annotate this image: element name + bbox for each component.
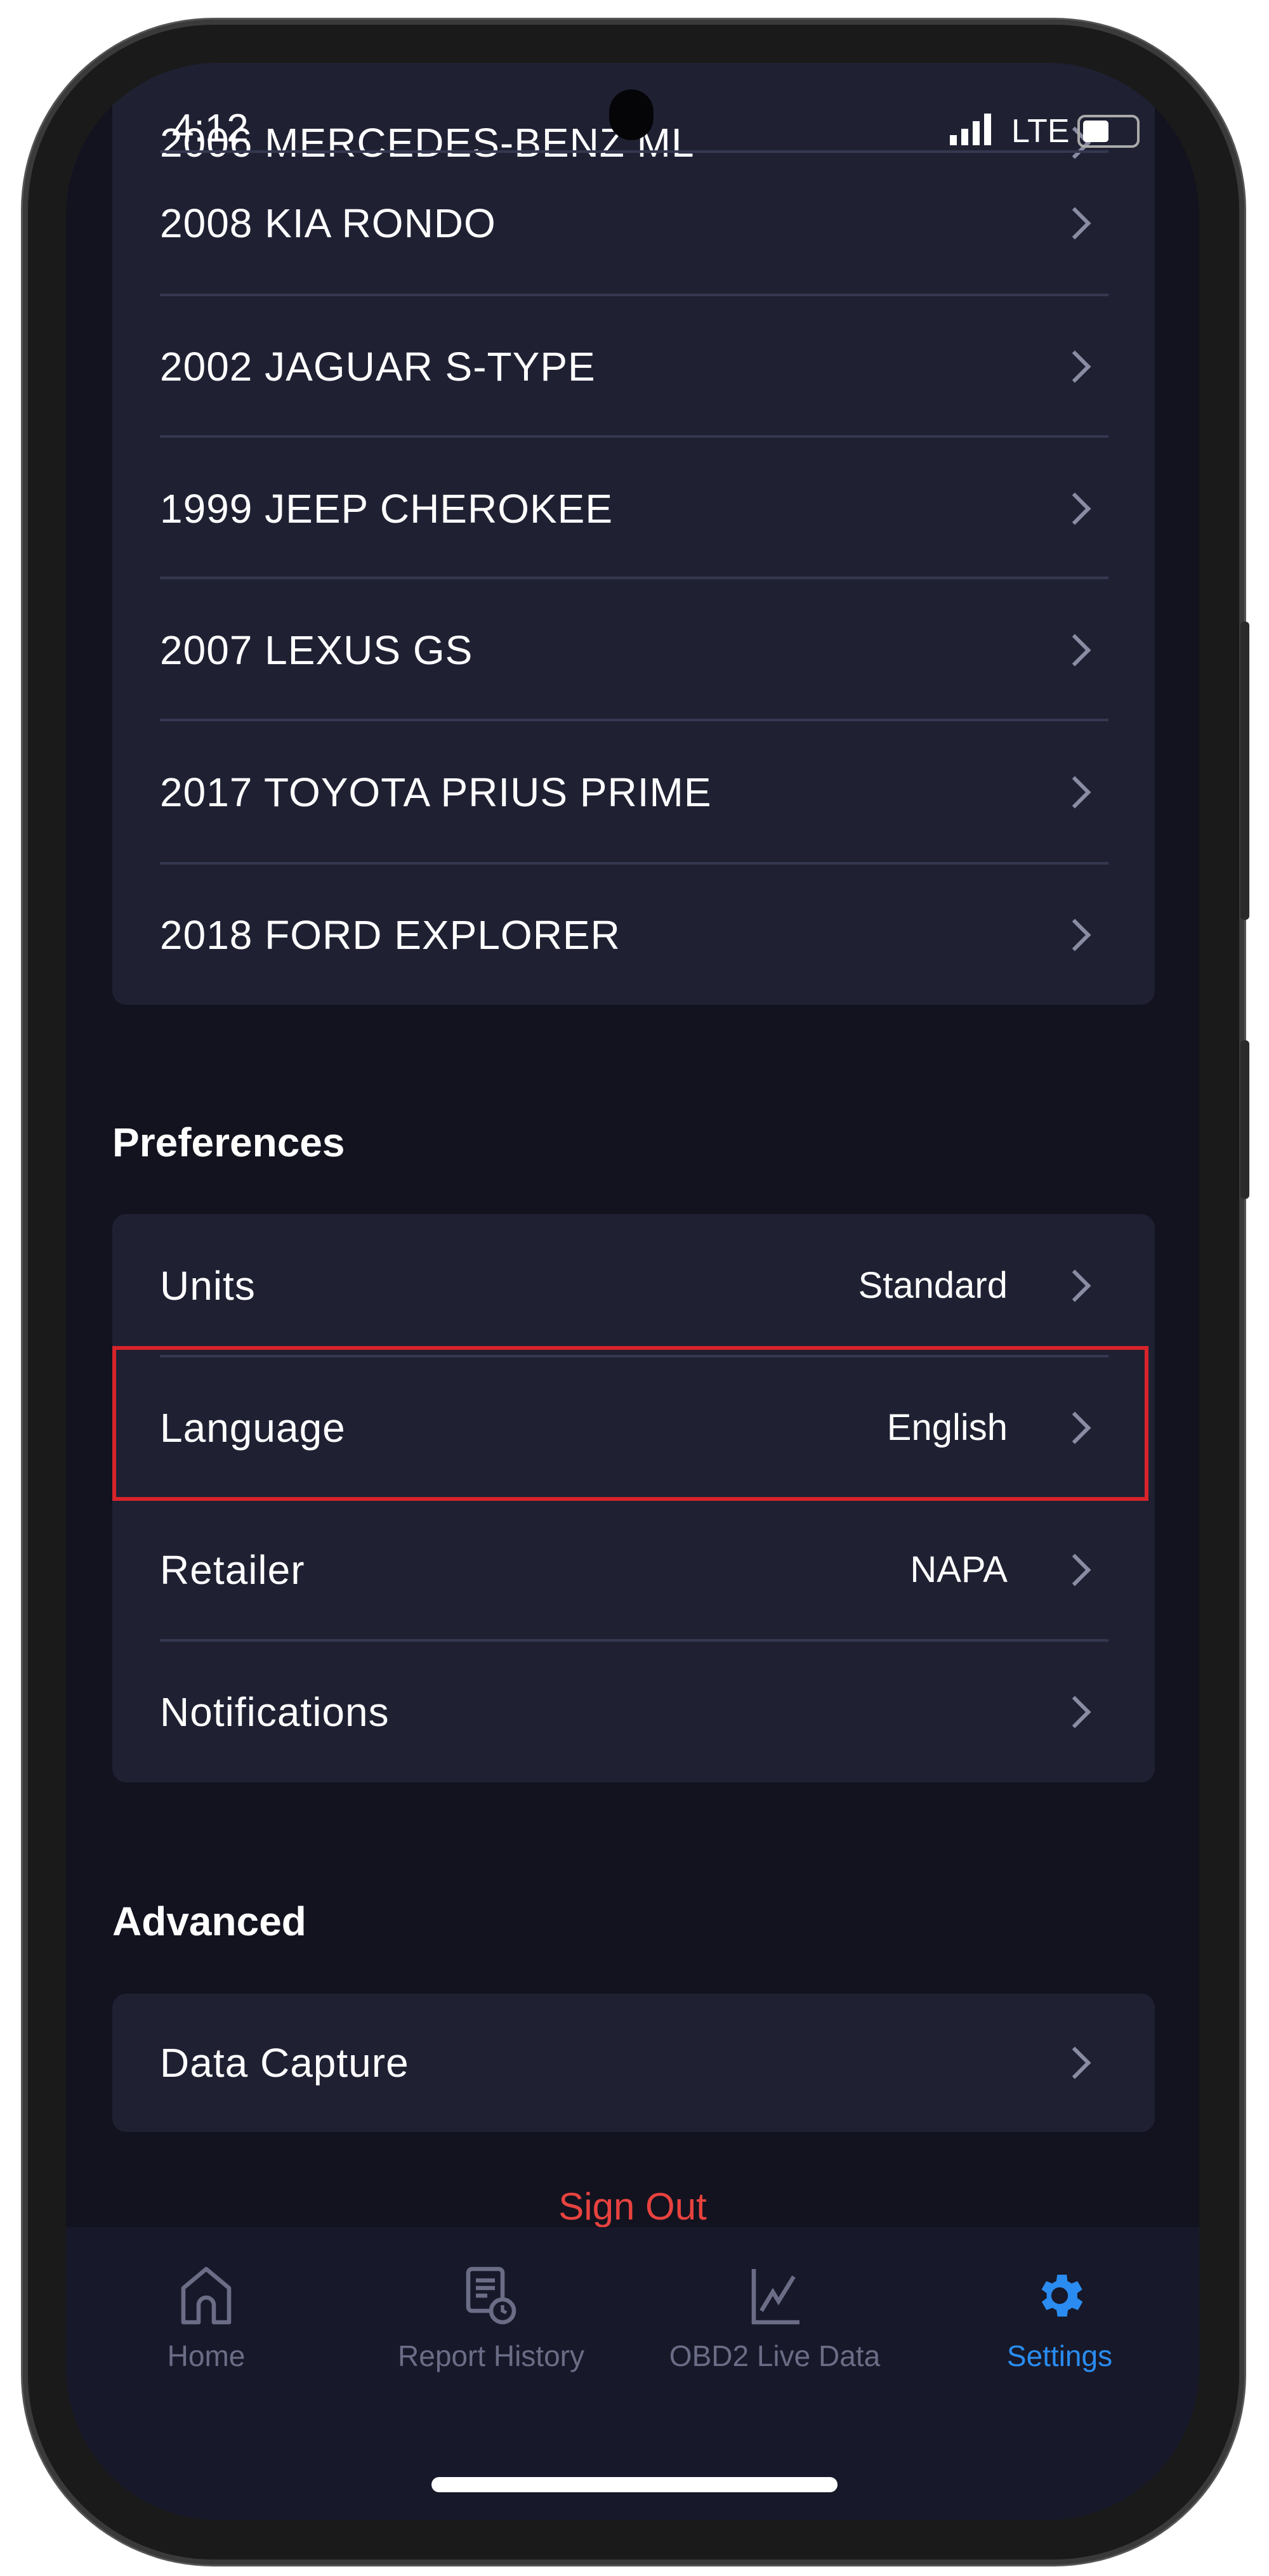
advanced-card: Data Capture (112, 1994, 1155, 2132)
nav-obd2-live-data[interactable]: OBD2 Live Data (635, 2265, 914, 2373)
nav-settings[interactable]: Settings (920, 2265, 1199, 2373)
vehicle-item[interactable]: 2017 TOYOTA PRIUS PRIME (112, 721, 1155, 863)
nav-settings-label: Settings (1006, 2339, 1113, 2372)
vehicle-item[interactable]: 2007 LEXUS GS (112, 579, 1155, 721)
vehicle-item[interactable]: 2002 JAGUAR S-TYPE (112, 295, 1155, 438)
chevron-right-icon (1058, 207, 1091, 239)
nav-home[interactable]: Home (67, 2265, 346, 2373)
units-value: Standard (858, 1265, 1008, 1306)
advanced-heading: Advanced (112, 1899, 306, 1944)
chevron-right-icon (1058, 2046, 1091, 2079)
chevron-right-icon (1058, 350, 1091, 382)
vehicle-item[interactable]: 2018 FORD EXPLORER (112, 863, 1155, 1006)
network-label: LTE (1011, 113, 1070, 150)
highlight-box (112, 1346, 1148, 1501)
gear-icon (1041, 2275, 1083, 2317)
notifications-row[interactable]: Notifications (112, 1640, 1155, 1783)
data-capture-label: Data Capture (160, 2039, 409, 2086)
nav-report-history-label: Report History (398, 2339, 584, 2372)
retailer-value: NAPA (910, 1549, 1008, 1590)
vehicle-label: 2017 TOYOTA PRIUS PRIME (160, 769, 712, 815)
screen: 2006 MERCEDES-BENZ ML 2008 KIA RONDO 200… (66, 63, 1199, 2520)
chevron-right-icon (1058, 492, 1091, 525)
chevron-right-icon (1058, 776, 1091, 808)
chevron-right-icon (1058, 919, 1091, 951)
units-row[interactable]: Units Standard (112, 1214, 1155, 1357)
vehicle-list-card: 2006 MERCEDES-BENZ ML 2008 KIA RONDO 200… (112, 63, 1155, 1005)
retailer-row[interactable]: Retailer NAPA (112, 1498, 1155, 1641)
chevron-right-icon (1058, 1696, 1091, 1728)
nav-home-label: Home (167, 2339, 246, 2372)
home-icon (181, 2266, 232, 2325)
nav-obd2-live-data-label: OBD2 Live Data (669, 2339, 881, 2372)
bottom-nav: Home Report History OBD2 Live Data Setti… (66, 2227, 1199, 2520)
notifications-label: Notifications (160, 1689, 390, 1735)
units-label: Units (160, 1262, 256, 1309)
chevron-right-icon (1058, 634, 1091, 666)
chevron-right-icon (1058, 1553, 1091, 1586)
battery-icon (1077, 115, 1140, 148)
sign-out-button[interactable]: Sign Out (66, 2185, 1199, 2228)
vehicle-item[interactable]: 1999 JEEP CHEROKEE (112, 437, 1155, 580)
side-button (1240, 1040, 1249, 1199)
vehicle-label: 2018 FORD EXPLORER (160, 912, 621, 958)
retailer-label: Retailer (160, 1546, 305, 1593)
camera-icon (609, 89, 654, 140)
status-time: 4:12 (172, 107, 249, 150)
home-indicator[interactable] (431, 2477, 838, 2492)
chart-line-icon (751, 2269, 799, 2325)
report-history-icon (466, 2266, 516, 2325)
vehicle-item[interactable]: 2008 KIA RONDO (112, 152, 1155, 294)
chevron-right-icon (1058, 1269, 1091, 1302)
preferences-heading: Preferences (112, 1120, 345, 1165)
nav-report-history[interactable]: Report History (352, 2265, 631, 2373)
data-capture-row[interactable]: Data Capture (112, 1991, 1155, 2134)
side-button (1240, 622, 1249, 920)
vehicle-label: 1999 JEEP CHEROKEE (160, 485, 614, 532)
vehicle-label: 2007 LEXUS GS (160, 627, 473, 673)
vehicle-label: 2008 KIA RONDO (160, 200, 496, 246)
signal-icon (950, 114, 1001, 148)
vehicle-label: 2002 JAGUAR S-TYPE (160, 343, 596, 389)
